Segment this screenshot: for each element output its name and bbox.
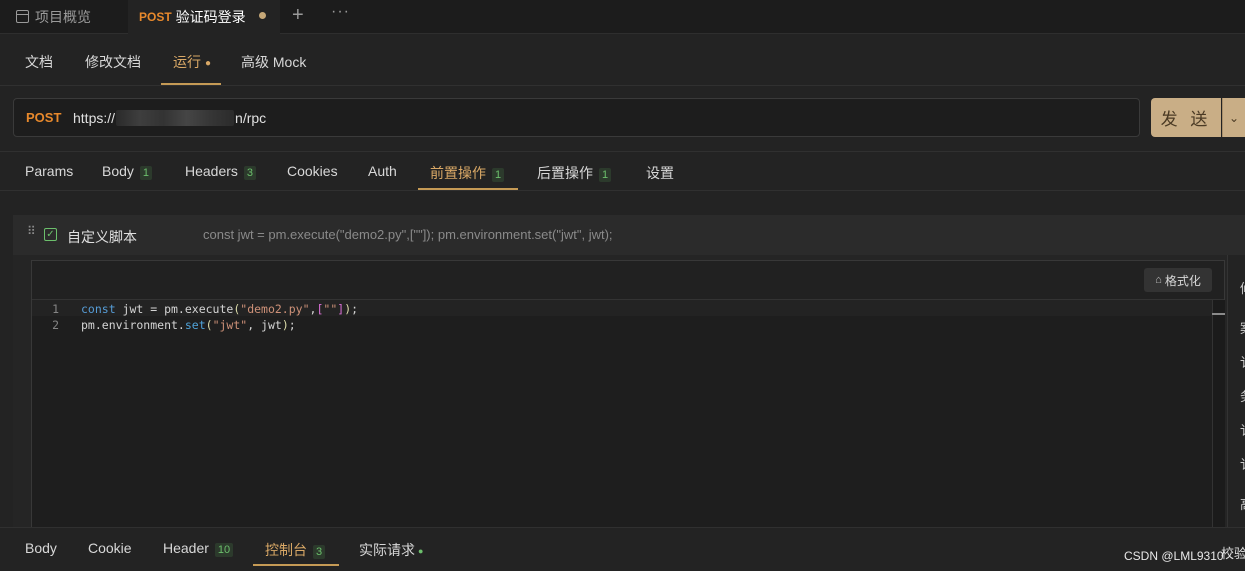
- right-panel-item[interactable]: 讠: [1240, 454, 1245, 473]
- line-number-1: 1: [52, 302, 59, 316]
- tab-pre-operations[interactable]: 前置操作 1: [430, 163, 505, 183]
- format-button-label: 格式化: [1164, 273, 1201, 288]
- tab-post-operations[interactable]: 后置操作 1: [537, 163, 612, 183]
- tab-cookies[interactable]: Cookies: [287, 163, 338, 179]
- response-tab-cookie[interactable]: Cookie: [88, 540, 132, 556]
- request-tab-active-indicator: [418, 188, 518, 190]
- code-area[interactable]: [32, 300, 1212, 528]
- response-tab-header-label: Header: [163, 540, 209, 556]
- subnav-run-label: 运行: [173, 54, 201, 70]
- response-tab-console-count: 3: [313, 545, 326, 559]
- response-tab-body[interactable]: Body: [25, 540, 57, 556]
- url-prefix: https://: [73, 110, 116, 126]
- editor-toolbar: [32, 261, 1224, 300]
- script-name: 自定义脚本: [67, 229, 137, 245]
- tab-body[interactable]: Body 1: [102, 163, 153, 180]
- tab-method-label: POST: [139, 10, 172, 24]
- tab-active-request[interactable]: POST 验证码登录: [128, 0, 280, 34]
- tab-title-label: 验证码登录: [175, 9, 246, 25]
- code-line-1[interactable]: const jwt = pm.execute("demo2.py",[""]);: [81, 302, 358, 316]
- url-suffix: n/rpc: [235, 110, 267, 126]
- right-panel-item[interactable]: 讠: [1240, 352, 1245, 371]
- right-panel-item[interactable]: 修: [1240, 278, 1245, 297]
- unsaved-dot-icon: [259, 12, 266, 19]
- response-tab-console-label: 控制台: [265, 542, 307, 558]
- tab-params[interactable]: Params: [25, 163, 73, 179]
- script-header[interactable]: [13, 215, 1245, 255]
- response-tab-active-indicator: [253, 564, 339, 566]
- script-enabled-checkbox[interactable]: ✓: [44, 228, 57, 241]
- overview-icon: [16, 10, 29, 23]
- tab-headers[interactable]: Headers 3: [185, 163, 257, 180]
- watermark: CSDN @LML9310: [1124, 549, 1224, 563]
- send-button[interactable]: 发 送: [1151, 98, 1221, 137]
- format-button[interactable]: ⌂ 格式化: [1144, 268, 1212, 292]
- tab-body-label: Body: [102, 163, 134, 179]
- status-dot-icon: ●: [418, 546, 424, 557]
- url-text[interactable]: https:// n/rpc: [73, 110, 266, 126]
- scrollbar-position-marker: [1212, 313, 1225, 315]
- method-select[interactable]: POST: [26, 110, 61, 125]
- format-icon: ⌂: [1155, 274, 1162, 286]
- script-preview: const jwt = pm.execute("demo2.py",[""]);…: [203, 227, 613, 242]
- right-panel-item[interactable]: 讠: [1240, 420, 1245, 439]
- subnav-edit-docs[interactable]: 修改文档: [85, 52, 141, 72]
- tab-auth[interactable]: Auth: [368, 163, 397, 179]
- subnav-docs[interactable]: 文档: [25, 52, 53, 72]
- right-panel-item[interactable]: 高: [1240, 494, 1245, 513]
- line-number-2: 2: [52, 318, 59, 332]
- response-tab-console[interactable]: 控制台 3: [265, 540, 326, 560]
- redacted-host-blur: [116, 110, 235, 126]
- new-tab-plus-icon[interactable]: +: [292, 5, 304, 25]
- right-panel-item[interactable]: 务: [1240, 386, 1245, 405]
- code-line-2[interactable]: pm.environment.set("jwt", jwt);: [81, 318, 296, 332]
- tab-post-operations-label: 后置操作: [537, 165, 593, 181]
- response-tab-validate[interactable]: 校验: [1221, 543, 1245, 562]
- tab-headers-label: Headers: [185, 163, 238, 179]
- response-tab-actual-request[interactable]: 实际请求 ●: [359, 540, 423, 560]
- right-panel-item[interactable]: 案: [1240, 318, 1245, 337]
- tab-project-overview-label: 项目概览: [35, 8, 91, 25]
- drag-handle-icon[interactable]: ⠿: [27, 225, 37, 237]
- tab-settings[interactable]: 设置: [646, 163, 674, 183]
- editor-scrollbar[interactable]: [1212, 300, 1225, 528]
- tab-project-overview[interactable]: 项目概览: [0, 0, 128, 33]
- response-tab-header-count: 10: [214, 543, 234, 557]
- subnav-advanced-mock[interactable]: 高级 Mock: [241, 52, 306, 72]
- tab-pre-operations-label: 前置操作: [430, 165, 486, 181]
- response-tab-header[interactable]: Header 10: [163, 540, 234, 557]
- modified-dot-icon: ●: [205, 57, 212, 69]
- subnav-run[interactable]: 运行 ●: [173, 52, 211, 72]
- response-tab-actual-request-label: 实际请求: [359, 542, 415, 558]
- more-tabs-ellipsis-icon[interactable]: ···: [331, 3, 350, 21]
- tab-pre-operations-count: 1: [492, 168, 505, 182]
- tab-body-count: 1: [139, 166, 153, 180]
- send-dropdown-chevron-icon[interactable]: ⌄: [1222, 98, 1245, 137]
- tab-post-operations-count: 1: [599, 168, 612, 182]
- tab-headers-count: 3: [243, 166, 257, 180]
- subnav-active-indicator: [161, 83, 221, 85]
